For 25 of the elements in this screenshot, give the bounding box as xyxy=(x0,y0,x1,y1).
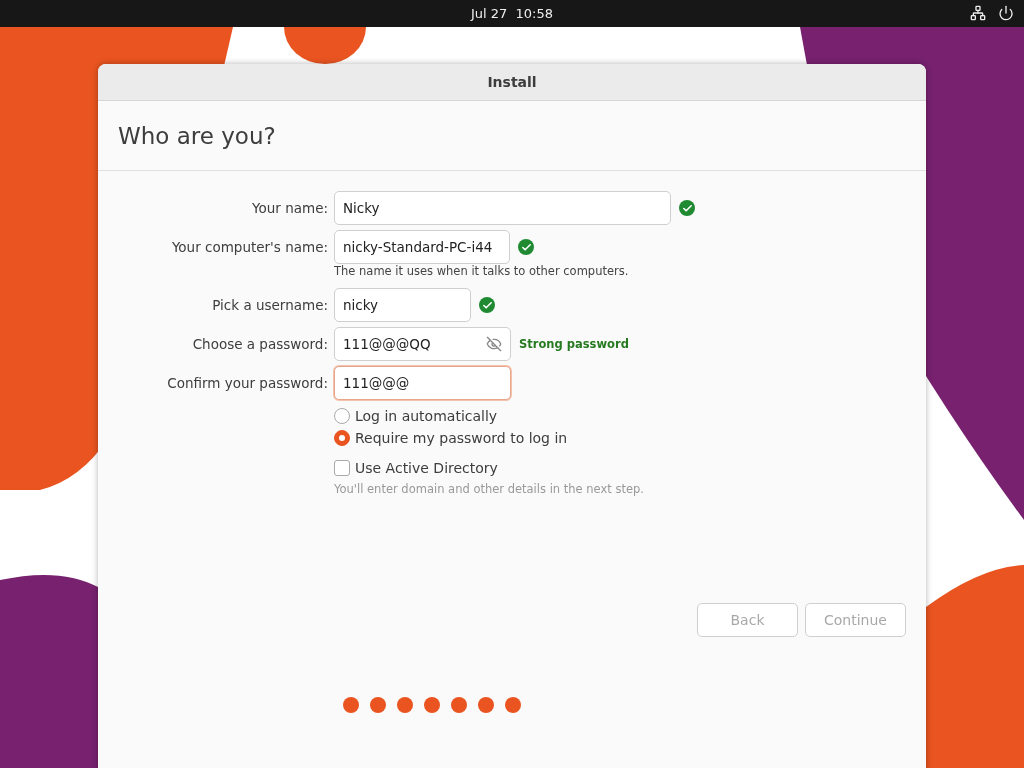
clock[interactable]: Jul 27 10:58 xyxy=(470,6,554,21)
option-label: Use Active Directory xyxy=(355,460,498,476)
hide-password-icon[interactable] xyxy=(486,336,502,352)
password-strength: Strong password xyxy=(519,337,629,351)
password-field[interactable]: 111@@@ xyxy=(334,366,511,400)
password-field[interactable]: 111@@@QQ xyxy=(334,327,511,361)
radio-button[interactable] xyxy=(334,408,350,424)
field-label: Confirm your password: xyxy=(167,375,328,391)
page-heading: Who are you? xyxy=(118,122,276,149)
text-field[interactable]: nicky-Standard-PC-i44 xyxy=(334,230,510,264)
field-label: Choose a password: xyxy=(192,336,328,352)
option-label: Require my password to log in xyxy=(355,430,568,446)
window-title: Install xyxy=(487,74,537,90)
text-field[interactable]: nicky xyxy=(334,288,471,322)
network-icon[interactable] xyxy=(970,5,986,21)
field-label: Your name: xyxy=(252,200,328,216)
field-label: Your computer's name: xyxy=(171,239,328,255)
option-note: You'll enter domain and other details in the next step. xyxy=(334,482,645,496)
option-label: Log in automatically xyxy=(355,408,498,424)
text-field[interactable]: Nicky xyxy=(334,191,671,225)
checkbox[interactable] xyxy=(334,460,350,476)
power-icon[interactable] xyxy=(998,5,1014,21)
radio-button[interactable] xyxy=(334,430,350,446)
field-hint: The name it uses when it talks to other computers. xyxy=(334,264,630,278)
field-label: Pick a username: xyxy=(212,297,328,313)
